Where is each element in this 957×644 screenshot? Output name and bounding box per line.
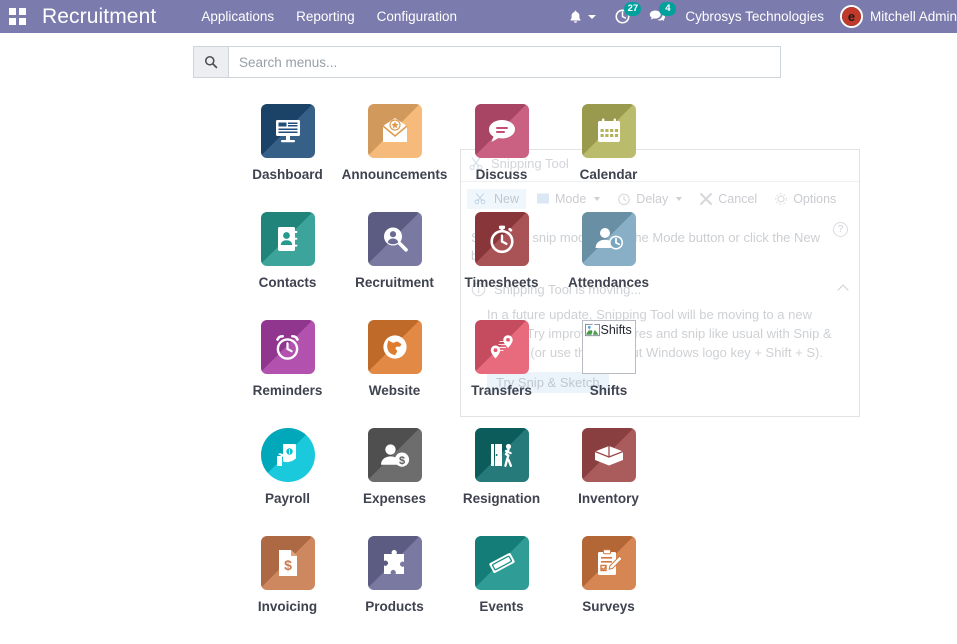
ticket-icon [474,536,529,590]
user-dollar-icon: $ [367,428,422,482]
navbar-right: 27 4 Cybrosys Technologies e Mitchell Ad… [559,0,957,33]
user-name: Mitchell Admin [869,9,957,24]
user-search-icon [367,212,422,266]
apps-grid-icon[interactable] [0,0,34,33]
app-label: Payroll [264,491,311,506]
menu-configuration[interactable]: Configuration [366,0,468,33]
timer-badge: 27 [624,2,642,16]
app-transfers[interactable]: Transfers [448,320,555,428]
money-hand-icon [260,428,315,482]
app-label: Calendar [579,167,638,182]
chevron-down-icon [588,14,597,19]
app-calendar[interactable]: Calendar [555,104,662,212]
app-label: Attendances [567,275,650,290]
app-row: Dashboard Announcements Discuss Calendar [0,104,957,212]
app-reminders[interactable]: Reminders [234,320,341,428]
avatar: e [839,5,863,28]
messages-menu[interactable]: 4 [640,0,677,33]
bell-icon [570,10,581,23]
app-dashboard[interactable]: Dashboard [234,104,341,212]
app-label: Recruitment [355,275,434,290]
address-book-icon [260,212,315,266]
activities-menu[interactable] [559,0,605,33]
app-row: Payroll $ Expenses Resignation Inventory [0,428,957,536]
app-announcements[interactable]: Announcements [341,104,448,212]
messages-badge: 4 [659,2,677,16]
app-label: Products [365,599,424,614]
menu-reporting[interactable]: Reporting [285,0,366,33]
globe-icon [367,320,422,374]
magnifier-glyph [204,55,218,69]
stopwatch-icon [474,212,529,266]
app-payroll[interactable]: Payroll [234,428,341,536]
app-expenses[interactable]: $ Expenses [341,428,448,536]
app-discuss[interactable]: Discuss [448,104,555,212]
app-resignation[interactable]: Resignation [448,428,555,536]
app-label: Surveys [582,599,635,614]
avatar-initial: e [841,7,861,26]
app-events[interactable]: Events [448,536,555,644]
user-clock-icon [581,212,636,266]
app-label: Transfers [471,383,532,398]
app-label: Dashboard [252,167,323,182]
search-input[interactable] [228,46,781,78]
app-invoicing[interactable]: $ Invoicing [234,536,341,644]
app-label: Events [479,599,524,614]
user-menu[interactable]: e Mitchell Admin [834,5,957,28]
app-products[interactable]: Products [341,536,448,644]
company-name[interactable]: Cybrosys Technologies [675,9,834,24]
chat-bubble-icon [474,104,529,158]
app-label: Timesheets [464,275,539,290]
timer-menu[interactable]: 27 [605,0,642,33]
broken-image-glyph [584,323,600,337]
app-label: Resignation [462,491,541,506]
app-grid: Dashboard Announcements Discuss Calendar… [0,104,957,644]
alarm-clock-icon [260,320,315,374]
svg-text:$: $ [398,455,404,467]
dashboard-icon [260,104,315,158]
top-navbar: Recruitment Applications Reporting Confi… [0,0,957,33]
app-shifts[interactable]: Shifts Shifts [555,320,662,428]
app-label: Website [368,383,421,398]
app-contacts[interactable]: Contacts [234,212,341,320]
open-box-icon [581,428,636,482]
app-surveys[interactable]: Surveys [555,536,662,644]
app-timesheets[interactable]: Timesheets [448,212,555,320]
app-inventory[interactable]: Inventory [555,428,662,536]
svg-text:$: $ [284,557,292,573]
invoice-dollar-icon: $ [260,536,315,590]
broken-image-alt-text: Shifts [600,323,632,337]
app-label: Shifts [589,383,628,398]
menu-applications[interactable]: Applications [190,0,285,33]
app-recruitment[interactable]: Recruitment [341,212,448,320]
puzzle-piece-icon [367,536,422,590]
calendar-icon [581,104,636,158]
clipboard-pen-icon [581,536,636,590]
menu-search [193,46,781,78]
app-label: Inventory [578,491,639,506]
app-row: Contacts Recruitment Timesheets Attendan… [0,212,957,320]
app-label: Contacts [258,275,317,290]
door-exit-icon [474,428,529,482]
app-label: Invoicing [257,599,318,614]
envelope-star-icon [367,104,422,158]
app-website[interactable]: Website [341,320,448,428]
page-title: Recruitment [42,4,157,28]
app-row: $ Invoicing Products Events Surveys [0,536,957,644]
search-icon[interactable] [193,46,228,78]
app-row: Reminders Website Transfers Shifts Shift… [0,320,957,428]
app-attendances[interactable]: Attendances [555,212,662,320]
map-pin-icon [474,320,529,374]
app-label: Expenses [362,491,427,506]
app-label: Discuss [475,167,528,182]
app-label: Announcements [341,167,448,182]
apps-grid-glyph [8,8,26,25]
broken-image-icon: Shifts [581,320,636,374]
app-label: Reminders [252,383,323,398]
